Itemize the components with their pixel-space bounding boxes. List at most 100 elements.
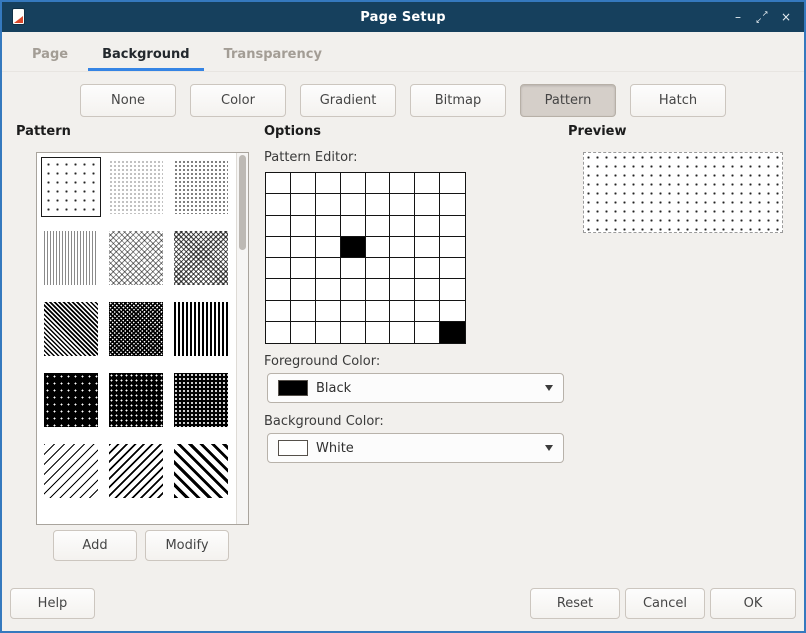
editor-cell[interactable] <box>316 216 341 237</box>
editor-cell[interactable] <box>341 173 366 194</box>
editor-cell[interactable] <box>366 237 391 258</box>
pattern-swatch-stripes-vertical[interactable] <box>171 299 231 359</box>
editor-cell[interactable] <box>440 322 465 343</box>
pattern-swatch-dots-fine[interactable] <box>106 157 166 217</box>
editor-cell[interactable] <box>316 279 341 300</box>
background-color-dropdown[interactable]: White <box>267 433 564 463</box>
editor-cell[interactable] <box>341 279 366 300</box>
pattern-swatch-crosshatch-dense[interactable] <box>106 299 166 359</box>
ok-button[interactable]: OK <box>710 588 796 619</box>
modify-button[interactable]: Modify <box>145 530 229 561</box>
pattern-swatch-diagonal-thin[interactable] <box>41 441 101 501</box>
editor-cell[interactable] <box>366 194 391 215</box>
editor-cell[interactable] <box>440 301 465 322</box>
editor-cell[interactable] <box>341 301 366 322</box>
tab-transparency[interactable]: Transparency <box>210 40 336 71</box>
editor-cell[interactable] <box>266 216 291 237</box>
editor-cell[interactable] <box>291 216 316 237</box>
pattern-swatch-diagonal-medium[interactable] <box>106 441 166 501</box>
editor-cell[interactable] <box>316 237 341 258</box>
editor-cell[interactable] <box>291 279 316 300</box>
close-button[interactable]: × <box>778 9 794 25</box>
pattern-swatch-diagonal-thick[interactable] <box>171 441 231 501</box>
editor-cell[interactable] <box>366 216 391 237</box>
editor-cell[interactable] <box>266 237 291 258</box>
editor-cell[interactable] <box>415 194 440 215</box>
editor-cell[interactable] <box>291 301 316 322</box>
editor-cell[interactable] <box>341 237 366 258</box>
editor-cell[interactable] <box>390 237 415 258</box>
editor-cell[interactable] <box>266 279 291 300</box>
pattern-swatch-black-dots-dense[interactable] <box>171 370 231 430</box>
editor-cell[interactable] <box>415 322 440 343</box>
editor-cell[interactable] <box>415 301 440 322</box>
pattern-swatch-lines-vertical-fine[interactable] <box>41 228 101 288</box>
editor-cell[interactable] <box>291 237 316 258</box>
color-button[interactable]: Color <box>190 84 286 117</box>
restore-button[interactable]: ↗ ↙ <box>754 9 770 25</box>
pattern-swatch-black-dots-sparse[interactable] <box>41 370 101 430</box>
pattern-swatch-crosshatch-medium[interactable] <box>171 228 231 288</box>
editor-cell[interactable] <box>366 258 391 279</box>
editor-cell[interactable] <box>440 258 465 279</box>
cancel-button[interactable]: Cancel <box>625 588 705 619</box>
foreground-color-dropdown[interactable]: Black <box>267 373 564 403</box>
editor-cell[interactable] <box>366 322 391 343</box>
bitmap-button[interactable]: Bitmap <box>410 84 506 117</box>
editor-cell[interactable] <box>366 301 391 322</box>
tab-background[interactable]: Background <box>88 40 204 71</box>
editor-cell[interactable] <box>266 301 291 322</box>
pattern-swatch-hatch-diagonal-dark[interactable] <box>41 299 101 359</box>
editor-cell[interactable] <box>291 194 316 215</box>
editor-cell[interactable] <box>316 258 341 279</box>
editor-cell[interactable] <box>366 279 391 300</box>
editor-cell[interactable] <box>415 216 440 237</box>
editor-cell[interactable] <box>440 216 465 237</box>
pattern-swatch-dots-sparse[interactable] <box>41 157 101 217</box>
app-icon[interactable] <box>11 9 27 25</box>
editor-cell[interactable] <box>266 322 291 343</box>
gradient-button[interactable]: Gradient <box>300 84 396 117</box>
help-button[interactable]: Help <box>10 588 95 619</box>
editor-cell[interactable] <box>341 258 366 279</box>
editor-cell[interactable] <box>316 301 341 322</box>
pattern-swatch-black-dots-medium[interactable] <box>106 370 166 430</box>
editor-cell[interactable] <box>316 322 341 343</box>
editor-cell[interactable] <box>415 279 440 300</box>
pattern-swatch-dots-medium[interactable] <box>171 157 231 217</box>
editor-cell[interactable] <box>390 301 415 322</box>
editor-cell[interactable] <box>316 173 341 194</box>
scrollbar-thumb[interactable] <box>239 155 246 250</box>
editor-cell[interactable] <box>440 237 465 258</box>
add-button[interactable]: Add <box>53 530 137 561</box>
minimize-button[interactable]: – <box>730 9 746 25</box>
editor-cell[interactable] <box>440 173 465 194</box>
editor-cell[interactable] <box>366 173 391 194</box>
editor-cell[interactable] <box>390 194 415 215</box>
editor-cell[interactable] <box>415 173 440 194</box>
editor-cell[interactable] <box>341 322 366 343</box>
editor-cell[interactable] <box>415 258 440 279</box>
titlebar[interactable]: Page Setup – ↗ ↙ × <box>2 2 804 32</box>
editor-cell[interactable] <box>440 194 465 215</box>
editor-cell[interactable] <box>440 279 465 300</box>
editor-cell[interactable] <box>291 173 316 194</box>
editor-cell[interactable] <box>390 216 415 237</box>
editor-cell[interactable] <box>390 322 415 343</box>
editor-cell[interactable] <box>316 194 341 215</box>
none-button[interactable]: None <box>80 84 176 117</box>
editor-cell[interactable] <box>341 216 366 237</box>
editor-cell[interactable] <box>291 322 316 343</box>
pattern-button[interactable]: Pattern <box>520 84 616 117</box>
pattern-swatch-crosshatch-light[interactable] <box>106 228 166 288</box>
editor-cell[interactable] <box>266 194 291 215</box>
editor-cell[interactable] <box>390 279 415 300</box>
tab-page[interactable]: Page <box>18 40 82 71</box>
editor-cell[interactable] <box>266 173 291 194</box>
editor-cell[interactable] <box>390 173 415 194</box>
editor-cell[interactable] <box>341 194 366 215</box>
hatch-button[interactable]: Hatch <box>630 84 726 117</box>
reset-button[interactable]: Reset <box>530 588 620 619</box>
editor-cell[interactable] <box>291 258 316 279</box>
editor-cell[interactable] <box>415 237 440 258</box>
